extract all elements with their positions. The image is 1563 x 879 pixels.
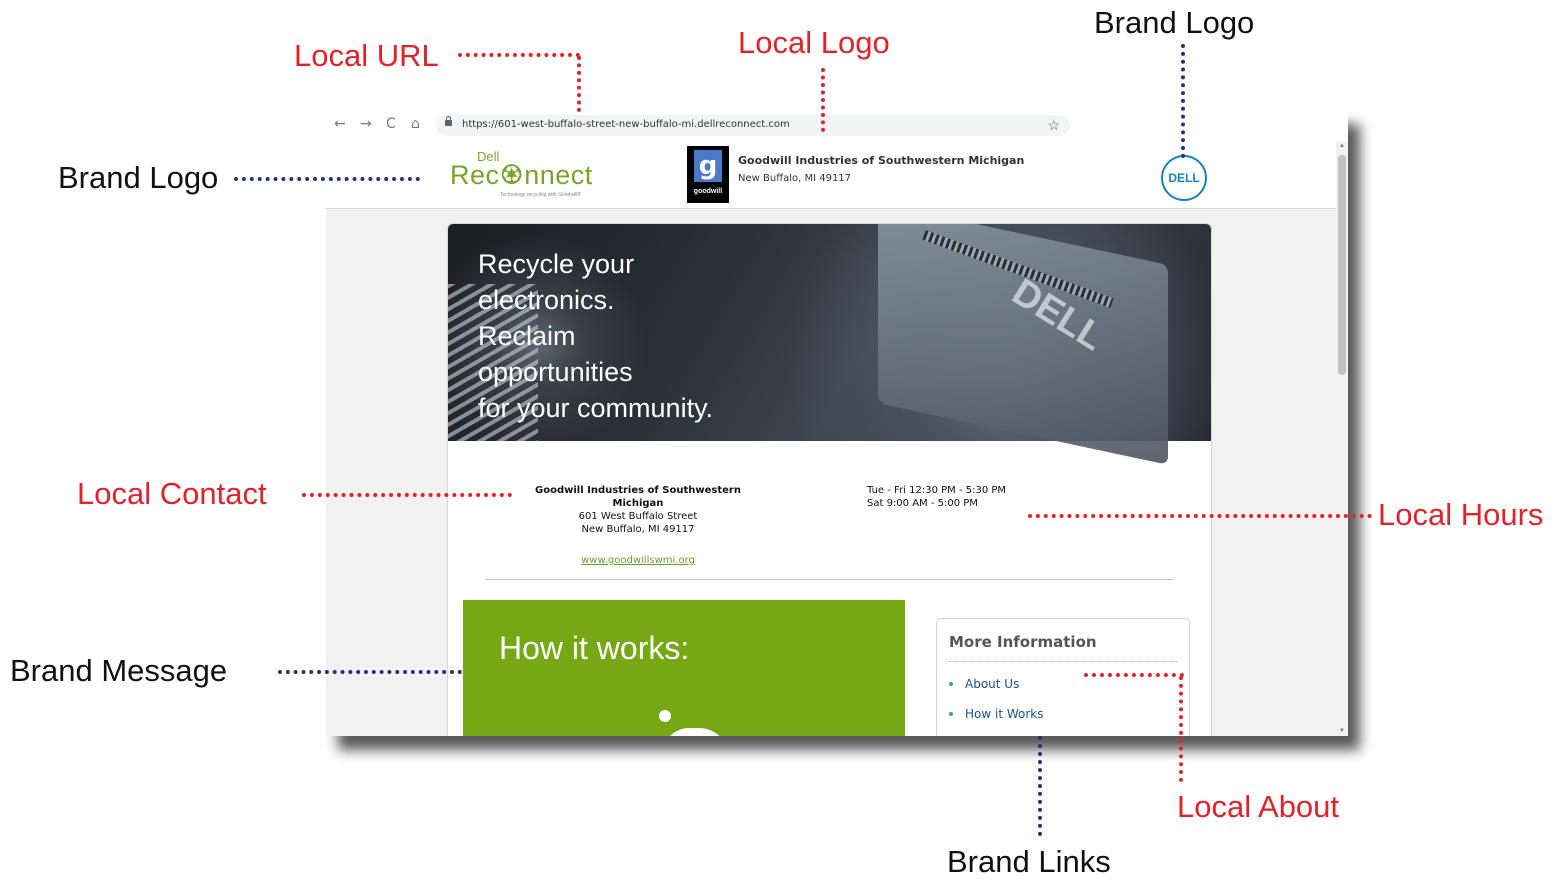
contact-website-link[interactable]: www.goodwillswmi.org xyxy=(508,554,768,567)
bookmark-star-icon[interactable]: ☆ xyxy=(1047,117,1060,134)
link-about-us-label: About Us xyxy=(965,677,1020,691)
page-body: DELL Recycle your electronics. Reclaim o… xyxy=(326,209,1336,736)
connector-brand-links xyxy=(1038,736,1042,836)
callout-local-hours: Local Hours xyxy=(1378,497,1544,532)
how-it-works-panel[interactable]: How it works: xyxy=(463,600,905,736)
more-information-panel: More Information About Us How it Works xyxy=(936,618,1190,736)
scroll-up-icon[interactable]: ▲ xyxy=(1339,143,1345,149)
reconnect-wordmark: Rec♼nnect xyxy=(450,160,593,190)
contact-street: 601 West Buffalo Street xyxy=(578,511,698,522)
goodwill-wordmark: goodwill xyxy=(693,188,723,195)
home-icon[interactable]: ⌂ xyxy=(411,116,420,132)
connector-local-hours xyxy=(1028,514,1372,518)
callout-local-logo: Local Logo xyxy=(738,25,890,60)
address-bar[interactable]: https://601-west-buffalo-street-new-buff… xyxy=(436,115,1070,136)
url-text: https://601-west-buffalo-street-new-buff… xyxy=(462,119,790,130)
callout-local-about: Local About xyxy=(1177,789,1340,824)
callout-brand-links: Brand Links xyxy=(947,844,1111,879)
callout-brand-logo-top: Brand Logo xyxy=(1094,5,1255,40)
hours-line: Tue - Fri 12:30 PM - 5:30 PM xyxy=(867,485,1007,496)
contact-city: New Buffalo, MI 49117 xyxy=(581,524,695,535)
hero-monitor-image xyxy=(878,224,1168,465)
goodwill-g-mark: g xyxy=(694,150,722,182)
hero-line: for your community. xyxy=(478,393,714,423)
connector-local-contact xyxy=(302,493,512,497)
car-recycling-icon xyxy=(651,710,731,736)
vertical-scrollbar[interactable]: ▲ ▼ xyxy=(1336,141,1348,736)
hero-headline: Recycle your electronics. Reclaim opport… xyxy=(478,246,798,426)
callout-brand-message: Brand Message xyxy=(10,653,228,688)
connector-local-about-v xyxy=(1179,676,1183,782)
callout-brand-logo-left: Brand Logo xyxy=(58,160,219,195)
callout-local-contact: Local Contact xyxy=(77,476,267,511)
connector-local-url-v xyxy=(577,56,581,112)
callout-local-url: Local URL xyxy=(294,38,439,73)
hero-line: Recycle your xyxy=(478,249,635,279)
org-name: Goodwill Industries of Southwestern Mich… xyxy=(738,154,1025,167)
person-icon xyxy=(659,710,671,722)
bullet-icon xyxy=(949,712,953,716)
dell-logo[interactable]: DELL xyxy=(1161,155,1207,201)
connector-local-url-h xyxy=(458,53,580,57)
forward-arrow-icon[interactable]: → xyxy=(360,116,372,132)
hero-line: Reclaim xyxy=(478,321,576,351)
hero-line: opportunities xyxy=(478,357,633,387)
lock-icon xyxy=(445,116,452,126)
more-information-rule xyxy=(949,661,1177,662)
connector-brand-logo-top xyxy=(1181,44,1185,158)
back-arrow-icon[interactable]: ← xyxy=(334,116,346,132)
org-city: New Buffalo, MI 49117 xyxy=(738,173,852,184)
more-information-title: More Information xyxy=(949,633,1097,651)
connector-local-about-h xyxy=(1084,673,1184,677)
contact-name: Goodwill Industries of Southwestern Mich… xyxy=(535,485,741,509)
link-how-it-works-label: How it Works xyxy=(965,707,1044,721)
connector-brand-message xyxy=(278,670,462,674)
how-it-works-title: How it works: xyxy=(499,630,690,666)
dell-reconnect-logo[interactable]: Dell Rec♼nnect Technology recycling with… xyxy=(450,149,610,201)
link-how-it-works[interactable]: How it Works xyxy=(949,707,1044,721)
car-icon xyxy=(663,728,729,736)
content-card: DELL Recycle your electronics. Reclaim o… xyxy=(447,223,1212,736)
hero-line: electronics. xyxy=(478,285,615,315)
bullet-icon xyxy=(949,682,953,686)
browser-toolbar: ← → C ⌂ https://601-west-buffalo-street-… xyxy=(326,110,1348,142)
link-about-us[interactable]: About Us xyxy=(949,677,1020,691)
scrollbar-thumb[interactable] xyxy=(1338,155,1346,375)
local-hours: Tue - Fri 12:30 PM - 5:30 PM Sat 9:00 AM… xyxy=(867,484,1006,510)
connector-brand-logo-left xyxy=(234,177,420,181)
goodwill-logo[interactable]: g goodwill xyxy=(687,146,729,203)
local-contact: Goodwill Industries of Southwestern Mich… xyxy=(508,484,768,567)
hero-banner: DELL Recycle your electronics. Reclaim o… xyxy=(448,224,1211,465)
browser-window: ← → C ⌂ https://601-west-buffalo-street-… xyxy=(326,110,1348,736)
reconnect-tagline: Technology recycling with Goodwill® xyxy=(500,192,581,198)
scroll-down-icon[interactable]: ▼ xyxy=(1339,728,1345,734)
reload-icon[interactable]: C xyxy=(386,116,396,132)
section-divider xyxy=(486,579,1173,580)
connector-local-logo xyxy=(821,68,825,132)
hours-line: Sat 9:00 AM - 5:00 PM xyxy=(867,498,978,509)
